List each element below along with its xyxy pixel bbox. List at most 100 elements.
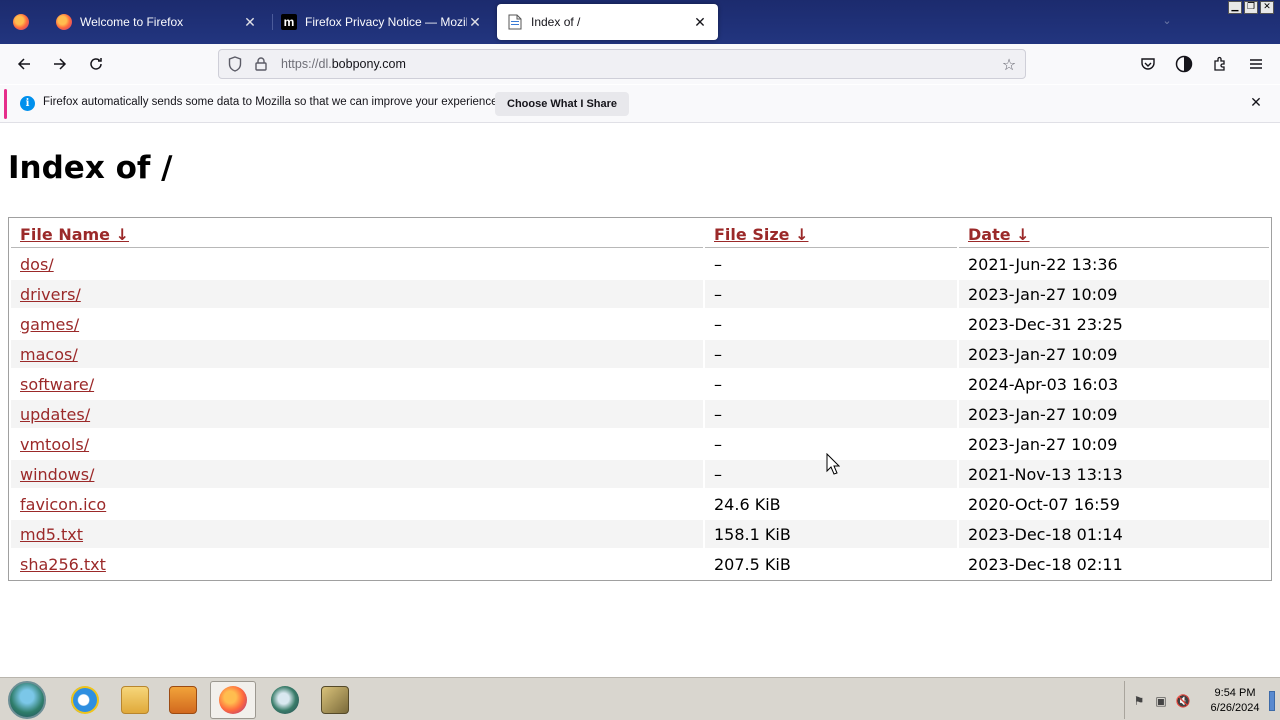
- info-icon: i: [20, 96, 35, 111]
- notification-accent: [4, 89, 7, 119]
- file-link[interactable]: favicon.ico: [20, 495, 106, 514]
- firefox-icon: [13, 14, 29, 30]
- url-scheme: https://dl.: [281, 57, 332, 71]
- extensions-button[interactable]: [1206, 50, 1234, 78]
- file-link[interactable]: dos/: [20, 255, 54, 274]
- file-name-cell: software/: [11, 370, 703, 398]
- account-icon: [1175, 55, 1193, 73]
- mozilla-m-icon: m: [281, 14, 297, 30]
- reload-button[interactable]: [82, 50, 110, 78]
- date-cell: 2021-Nov-13 13:13: [959, 460, 1269, 488]
- reload-icon: [90, 58, 102, 70]
- network-icon[interactable]: ▣: [1153, 694, 1169, 708]
- puzzle-icon: [1214, 56, 1225, 71]
- close-window-icon[interactable]: ✕: [1260, 1, 1274, 14]
- page-icon: [507, 14, 523, 30]
- firefox-icon: [219, 686, 247, 714]
- tab-index[interactable]: Index of / ✕: [497, 4, 718, 40]
- tab-title: Index of /: [531, 15, 581, 29]
- shield-icon[interactable]: [227, 56, 243, 72]
- file-size-cell: –: [714, 374, 722, 394]
- forward-arrow-icon: [54, 58, 67, 70]
- pocket-button[interactable]: [1134, 50, 1162, 78]
- table-row: md5.txt 158.1 KiB 2023-Dec-18 01:14: [11, 520, 1269, 548]
- clock-date: 6/26/2024: [1210, 702, 1260, 714]
- url-text[interactable]: https://dl.bobpony.com: [281, 57, 406, 71]
- file-link[interactable]: macos/: [20, 345, 78, 364]
- lock-icon[interactable]: [253, 56, 269, 72]
- file-name-cell: dos/: [11, 250, 703, 278]
- page-content: Index of / File Name ↓ File Size ↓ Date …: [0, 124, 1280, 676]
- sort-by-name-link[interactable]: File Name ↓: [20, 225, 129, 244]
- sort-by-date-link[interactable]: Date ↓: [968, 225, 1030, 244]
- table-row: vmtools/–2023-Jan-27 10:09: [11, 430, 1269, 458]
- clock[interactable]: 9:54 PM 6/26/2024: [1201, 686, 1269, 716]
- file-link[interactable]: updates/: [20, 405, 90, 424]
- file-link[interactable]: windows/: [20, 465, 94, 484]
- firefox-icon: [56, 14, 72, 30]
- sort-by-size-link[interactable]: File Size ↓: [714, 225, 808, 244]
- date-cell: 2021-Jun-22 13:36: [968, 254, 1118, 274]
- internet-explorer-taskbar-button[interactable]: [62, 681, 108, 719]
- file-name-cell: vmtools/: [11, 430, 703, 458]
- browser-taskbar-button[interactable]: [262, 681, 308, 719]
- file-size-cell: –: [714, 254, 722, 274]
- choose-what-i-share-button[interactable]: Choose What I Share: [495, 92, 630, 116]
- minimize-icon[interactable]: ▁: [1228, 1, 1242, 14]
- file-size-cell: –: [705, 280, 957, 308]
- table-row: updates/ –2023-Jan-27 10:09: [11, 400, 1269, 428]
- flag-icon[interactable]: ⚑: [1131, 694, 1147, 708]
- date-cell: 2023-Dec-31 23:25: [968, 314, 1123, 334]
- file-name-cell: drivers/: [11, 280, 703, 308]
- file-link[interactable]: vmtools/: [20, 435, 89, 454]
- back-button[interactable]: [10, 50, 38, 78]
- file-index-table: File Name ↓ File Size ↓ Date ↓ dos/–2021…: [8, 217, 1272, 581]
- system-tray: ⚑ ▣ 🔇 9:54 PM 6/26/2024: [1124, 681, 1275, 719]
- table-header-row: File Name ↓ File Size ↓ Date ↓: [11, 220, 1269, 248]
- column-header-file-name: File Name ↓: [11, 220, 703, 248]
- tab-strip: Welcome to Firefox ✕ m Firefox Privacy N…: [0, 0, 1280, 44]
- folder-icon: [121, 686, 149, 714]
- file-name-cell: md5.txt: [11, 520, 703, 548]
- table-row: windows/–2021-Nov-13 13:13: [11, 460, 1269, 488]
- url-bar[interactable]: https://dl.bobpony.com ☆: [218, 49, 1026, 79]
- tools-taskbar-button[interactable]: [312, 681, 358, 719]
- restore-icon[interactable]: ❐: [1244, 1, 1258, 14]
- data-reporting-notification: i Firefox automatically sends some data …: [0, 85, 1280, 123]
- firefox-taskbar-button[interactable]: [210, 681, 256, 719]
- media-player-taskbar-button[interactable]: [160, 681, 206, 719]
- app-menu-button[interactable]: [1242, 50, 1270, 78]
- show-desktop-button[interactable]: [1269, 691, 1275, 711]
- file-link[interactable]: games/: [20, 315, 79, 334]
- tab-welcome[interactable]: Welcome to Firefox ✕: [46, 4, 268, 40]
- close-tab-icon[interactable]: ✕: [467, 14, 483, 30]
- volume-muted-icon[interactable]: 🔇: [1175, 694, 1191, 708]
- media-player-icon: [169, 686, 197, 714]
- close-tab-icon[interactable]: ✕: [242, 14, 258, 30]
- file-link[interactable]: sha256.txt: [20, 555, 106, 574]
- clock-time: 9:54 PM: [1214, 687, 1256, 699]
- table-row: dos/ – 2021-Jun-22 13:36: [11, 250, 1269, 278]
- forward-button[interactable]: [46, 50, 74, 78]
- page-title: Index of /: [8, 150, 173, 186]
- file-link[interactable]: md5.txt: [20, 525, 83, 544]
- close-notification-icon[interactable]: ✕: [1248, 95, 1264, 111]
- start-button[interactable]: [8, 681, 46, 719]
- account-button[interactable]: [1170, 50, 1198, 78]
- pocket-icon: [1141, 58, 1155, 70]
- navigation-toolbar: https://dl.bobpony.com ☆: [0, 44, 1280, 84]
- date-cell: 2023-Dec-18 02:11: [968, 554, 1123, 574]
- close-tab-icon[interactable]: ✕: [692, 14, 708, 30]
- file-size-cell: 207.5 KiB: [714, 554, 791, 574]
- table-row: favicon.ico 24.6 KiB 2020-Oct-07 16:59: [11, 490, 1269, 518]
- table-row: macos/ –2023-Jan-27 10:09: [11, 340, 1269, 368]
- file-link[interactable]: software/: [20, 375, 94, 394]
- bookmark-star-icon[interactable]: ☆: [999, 55, 1019, 75]
- firefox-view-button[interactable]: [0, 0, 42, 44]
- file-link[interactable]: drivers/: [20, 285, 81, 304]
- explorer-taskbar-button[interactable]: [112, 681, 158, 719]
- tab-title: Firefox Privacy Notice — Mozilla: [305, 15, 467, 29]
- list-all-tabs-chevron-icon[interactable]: ⌄: [1158, 14, 1176, 30]
- tab-privacy-notice[interactable]: m Firefox Privacy Notice — Mozilla ✕: [271, 4, 493, 40]
- internet-explorer-icon: [71, 686, 99, 714]
